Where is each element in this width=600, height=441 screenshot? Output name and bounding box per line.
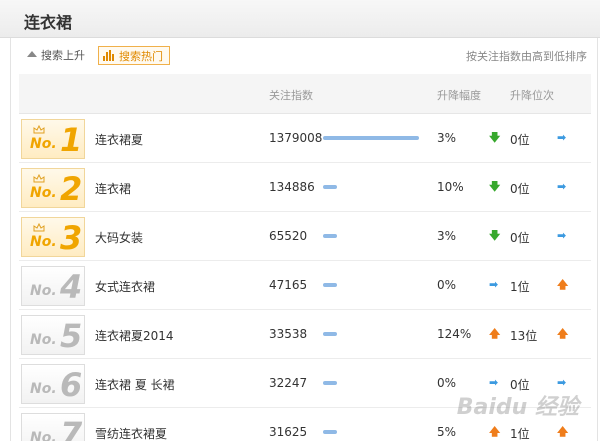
page-header: 连衣裙 <box>0 0 600 38</box>
up-arrow-icon: 🡅 <box>489 425 501 438</box>
right-arrow-icon: ➡ <box>557 180 567 193</box>
tab-search-hot[interactable]: 搜索热门 <box>98 46 170 65</box>
down-arrow-icon: 🡇 <box>489 229 501 242</box>
index-bar <box>323 332 337 336</box>
rank-badge: No. 3 <box>21 217 85 257</box>
keyword-link[interactable]: 雪纺连衣裙夏 <box>95 425 167 441</box>
rank-prefix: No. <box>30 283 57 299</box>
keyword-link[interactable]: 女式连衣裙 <box>95 278 155 295</box>
down-arrow-icon: 🡇 <box>489 131 501 144</box>
keyword-link[interactable]: 连衣裙夏2014 <box>95 327 174 344</box>
ranking-panel: 搜索上升 搜索热门 按关注指数由高到低排序 关注指数 升降幅度 升降位次 No.… <box>10 38 598 441</box>
rank-badge: No. 5 <box>21 315 85 355</box>
rank-number: 7 <box>60 415 83 441</box>
table-header: 关注指数 升降幅度 升降位次 <box>19 74 591 114</box>
right-arrow-icon: ➡ <box>557 376 567 389</box>
rank-prefix: No. <box>30 234 57 250</box>
position-change: 13位 <box>510 329 538 343</box>
ranking-row: No. 3 大码女装 65520 3% 🡇 0位 ➡ <box>19 212 591 261</box>
position-change: 0位 <box>510 133 530 147</box>
rank-prefix: No. <box>30 185 57 201</box>
attention-index: 47165 <box>269 278 308 292</box>
watermark: Baidu 经验 <box>456 395 579 420</box>
index-bar <box>323 234 337 238</box>
rank-number: 6 <box>60 366 83 404</box>
keyword-link[interactable]: 连衣裙 夏 长裙 <box>95 376 175 393</box>
keyword-link[interactable]: 连衣裙 <box>95 180 131 197</box>
crown-icon <box>33 223 45 232</box>
column-header-index: 关注指数 <box>269 89 313 102</box>
ranking-toolbar: 搜索上升 搜索热门 按关注指数由高到低排序 <box>19 44 591 66</box>
rank-number: 2 <box>60 170 83 208</box>
up-arrow-icon: 🡅 <box>557 425 569 438</box>
position-change: 0位 <box>510 182 530 196</box>
ranking-row: No. 1 连衣裙夏 1379008 3% 🡇 0位 ➡ <box>19 114 591 163</box>
keyword-link[interactable]: 连衣裙夏 <box>95 131 143 148</box>
keyword-link[interactable]: 大码女装 <box>95 229 143 246</box>
up-arrow-icon: 🡅 <box>489 327 501 340</box>
rank-number: 3 <box>60 219 83 257</box>
index-bar <box>323 381 337 385</box>
rank-badge: No. 2 <box>21 168 85 208</box>
rank-number: 5 <box>60 317 83 355</box>
attention-index: 1379008 <box>269 131 323 145</box>
attention-index: 134886 <box>269 180 315 194</box>
bar-chart-icon <box>103 50 115 61</box>
position-change: 1位 <box>510 280 530 294</box>
attention-index: 31625 <box>269 425 308 439</box>
rank-prefix: No. <box>30 381 57 397</box>
tab-search-rising[interactable]: 搜索上升 <box>23 46 89 64</box>
change-percent: 5% <box>437 425 457 439</box>
rank-number: 1 <box>60 121 83 159</box>
index-bar <box>323 430 337 434</box>
attention-index: 65520 <box>269 229 308 243</box>
attention-index: 32247 <box>269 376 308 390</box>
right-arrow-icon: ➡ <box>489 376 499 389</box>
rank-prefix: No. <box>30 332 57 348</box>
right-arrow-icon: ➡ <box>557 131 567 144</box>
crown-icon <box>33 174 45 183</box>
position-change: 1位 <box>510 427 530 441</box>
tab-search-hot-label: 搜索热门 <box>119 49 163 63</box>
change-percent: 124% <box>437 327 472 341</box>
change-percent: 3% <box>437 131 457 145</box>
up-arrow-icon: 🡅 <box>557 278 569 291</box>
rank-badge: No. 1 <box>21 119 85 159</box>
column-header-change: 升降幅度 <box>437 89 481 102</box>
index-bar <box>323 136 419 140</box>
rank-prefix: No. <box>30 430 57 441</box>
change-percent: 0% <box>437 376 457 390</box>
change-percent: 10% <box>437 180 464 194</box>
rank-badge: No. 4 <box>21 266 85 306</box>
column-header-position: 升降位次 <box>510 89 554 102</box>
down-arrow-icon: 🡇 <box>489 180 501 193</box>
rank-badge: No. 7 <box>21 413 85 441</box>
rank-prefix: No. <box>30 136 57 152</box>
ranking-row: No. 4 女式连衣裙 47165 0% ➡ 1位 🡅 <box>19 261 591 310</box>
index-bar <box>323 185 337 189</box>
sort-hint: 按关注指数由高到低排序 <box>466 50 587 63</box>
change-percent: 3% <box>437 229 457 243</box>
ranking-row: No. 5 连衣裙夏2014 33538 124% 🡅 13位 🡅 <box>19 310 591 359</box>
up-triangle-icon <box>27 51 37 57</box>
right-arrow-icon: ➡ <box>489 278 499 291</box>
rank-badge: No. 6 <box>21 364 85 404</box>
change-percent: 0% <box>437 278 457 292</box>
ranking-row: No. 2 连衣裙 134886 10% 🡇 0位 ➡ <box>19 163 591 212</box>
rank-number: 4 <box>60 268 83 306</box>
index-bar <box>323 283 337 287</box>
up-arrow-icon: 🡅 <box>557 327 569 340</box>
tab-search-rising-label: 搜索上升 <box>41 49 85 62</box>
attention-index: 33538 <box>269 327 308 341</box>
crown-icon <box>33 125 45 134</box>
position-change: 0位 <box>510 231 530 245</box>
right-arrow-icon: ➡ <box>557 229 567 242</box>
page-title: 连衣裙 <box>24 13 73 32</box>
